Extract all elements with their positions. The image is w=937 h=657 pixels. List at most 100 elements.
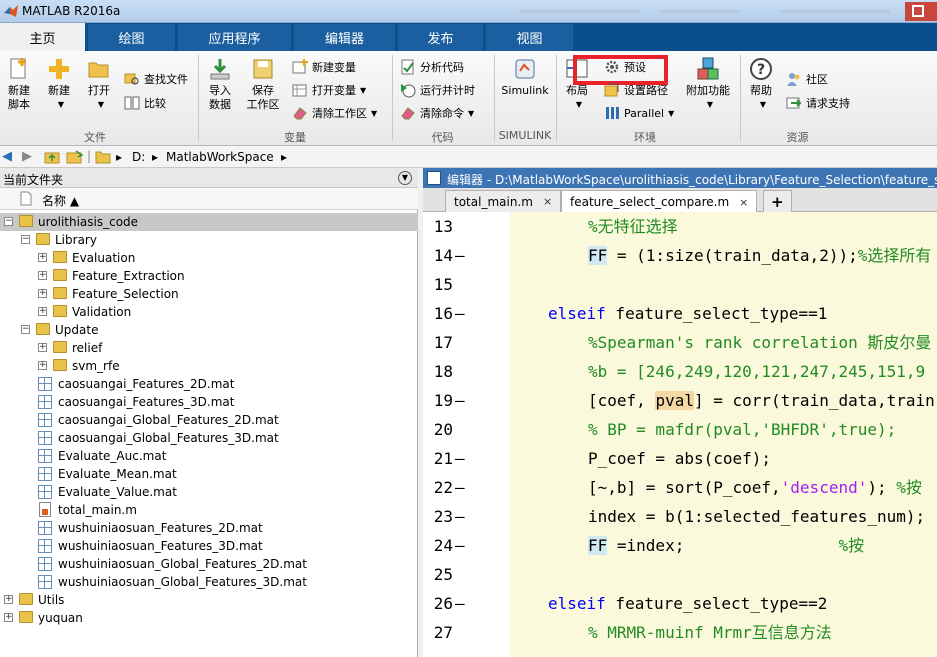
code-line[interactable]: 16— elseif feature_select_type==1: [423, 299, 937, 328]
tree-file-row[interactable]: total_main.m: [0, 501, 418, 519]
tree-file-row[interactable]: wushuiniaosuan_Global_Features_3D.mat: [0, 573, 418, 591]
expand-icon[interactable]: +: [38, 307, 47, 316]
clear-commands-button[interactable]: 清除命令 ▼: [400, 103, 474, 123]
import-data-button[interactable]: 导入 数据: [204, 57, 236, 112]
code-line[interactable]: 14— FF = (1:size(train_data,2));%选择所有: [423, 241, 937, 270]
expand-icon[interactable]: +: [38, 289, 47, 298]
browse-folder-icon[interactable]: [66, 149, 84, 165]
tree-folder-row[interactable]: + Feature_Selection: [0, 285, 418, 303]
tab-editor[interactable]: 编辑器: [294, 24, 396, 51]
code-line[interactable]: 23— index = b(1:selected_features_num);: [423, 502, 937, 531]
expand-icon[interactable]: +: [38, 343, 47, 352]
clear-workspace-button[interactable]: 清除工作区 ▼: [292, 103, 377, 123]
open-variable-button[interactable]: 打开变量 ▼: [292, 80, 366, 100]
new-script-button[interactable]: 新建 脚本: [4, 57, 34, 112]
collapse-icon[interactable]: −: [21, 325, 30, 334]
expand-icon[interactable]: +: [38, 361, 47, 370]
tab-apps[interactable]: 应用程序: [178, 24, 292, 51]
expand-icon[interactable]: +: [4, 613, 13, 622]
tree-file-row[interactable]: Evaluate_Auc.mat: [0, 447, 418, 465]
panel-actions-chevron-icon[interactable]: ▼: [398, 171, 412, 185]
back-arrow-icon[interactable]: ◀: [2, 149, 12, 164]
column-name-header[interactable]: 名称 ▲: [42, 192, 79, 209]
executable-line-marker[interactable]: —: [455, 531, 465, 560]
community-button[interactable]: 社区: [786, 69, 828, 89]
tree-folder-row[interactable]: − urolithiasis_code: [0, 213, 418, 231]
code-line[interactable]: 24— FF =index; %按: [423, 531, 937, 560]
tree-file-row[interactable]: wushuiniaosuan_Features_3D.mat: [0, 537, 418, 555]
editor-tab-total-main[interactable]: total_main.m ×: [445, 190, 562, 212]
tree-file-row[interactable]: wushuiniaosuan_Features_2D.mat: [0, 519, 418, 537]
close-icon[interactable]: ×: [543, 195, 552, 208]
window-restore-button[interactable]: [905, 2, 937, 21]
parallel-button[interactable]: Parallel ▼: [604, 103, 674, 123]
tree-file-row[interactable]: Evaluate_Value.mat: [0, 483, 418, 501]
tree-folder-row[interactable]: + svm_rfe: [0, 357, 418, 375]
collapse-icon[interactable]: −: [4, 217, 13, 226]
breadcrumb-drive[interactable]: D:: [132, 150, 145, 164]
code-line[interactable]: 27 % MRMR-muinf Mrmr互信息方法: [423, 618, 937, 647]
tab-view[interactable]: 视图: [486, 24, 574, 51]
forward-arrow-icon[interactable]: ▶: [22, 149, 32, 164]
editor-tab-feature-select-compare[interactable]: feature_select_compare.m ×: [561, 190, 758, 213]
tree-folder-row[interactable]: − Update: [0, 321, 418, 339]
tree-file-row[interactable]: caosuangai_Global_Features_2D.mat: [0, 411, 418, 429]
collapse-icon[interactable]: −: [21, 235, 30, 244]
code-line[interactable]: 25: [423, 560, 937, 589]
executable-line-marker[interactable]: —: [455, 299, 465, 328]
new-button[interactable]: 新建 ▼: [44, 57, 74, 112]
code-line[interactable]: 21— P_coef = abs(coef);: [423, 444, 937, 473]
tab-home[interactable]: 主页: [0, 23, 86, 51]
close-icon[interactable]: ×: [739, 196, 748, 209]
expand-icon[interactable]: +: [38, 271, 47, 280]
tree-folder-row[interactable]: + Validation: [0, 303, 418, 321]
compare-button[interactable]: 比较: [124, 93, 166, 113]
code-line[interactable]: 18 %b = [246,249,120,121,247,245,151,9: [423, 357, 937, 386]
request-support-button[interactable]: 请求支持: [786, 93, 850, 113]
expand-icon[interactable]: +: [4, 595, 13, 604]
find-files-button[interactable]: 查找文件: [124, 69, 188, 89]
code-line[interactable]: 17 %Spearman's rank correlation 斯皮尔曼: [423, 328, 937, 357]
addons-button[interactable]: 附加功能 ▼: [684, 57, 732, 112]
tree-file-row[interactable]: caosuangai_Features_3D.mat: [0, 393, 418, 411]
breadcrumb-separator[interactable]: ▸: [152, 150, 158, 164]
tree-file-row[interactable]: caosuangai_Global_Features_3D.mat: [0, 429, 418, 447]
code-line[interactable]: 19— [coef, pval] = corr(train_data,train: [423, 386, 937, 415]
tree-folder-row[interactable]: + relief: [0, 339, 418, 357]
tree-folder-row[interactable]: − Library: [0, 231, 418, 249]
analyze-code-button[interactable]: 分析代码: [400, 57, 464, 77]
breadcrumb-separator[interactable]: ▸: [116, 150, 122, 164]
code-line[interactable]: 22— [~,b] = sort(P_coef,'descend'); %按: [423, 473, 937, 502]
expand-icon[interactable]: +: [38, 253, 47, 262]
up-folder-icon[interactable]: [44, 149, 60, 165]
executable-line-marker[interactable]: —: [455, 386, 465, 415]
tree-folder-row[interactable]: + Utils: [0, 591, 418, 609]
code-line[interactable]: 13 %无特征选择: [423, 212, 937, 241]
tree-folder-row[interactable]: + Feature_Extraction: [0, 267, 418, 285]
help-button[interactable]: ? 帮助 ▼: [746, 57, 776, 112]
tree-file-row[interactable]: wushuiniaosuan_Global_Features_2D.mat: [0, 555, 418, 573]
run-and-time-button[interactable]: 运行并计时: [400, 80, 475, 100]
executable-line-marker[interactable]: —: [455, 473, 465, 502]
tab-publish[interactable]: 发布: [398, 24, 484, 51]
breadcrumb-separator[interactable]: ▸: [281, 150, 287, 164]
code-area[interactable]: 13 %无特征选择 14— FF = (1:size(train_data,2));%…: [423, 212, 937, 657]
executable-line-marker[interactable]: —: [455, 241, 465, 270]
open-button[interactable]: 打开 ▼: [84, 57, 114, 112]
code-line[interactable]: 26— elseif feature_select_type==2: [423, 589, 937, 618]
simulink-button[interactable]: Simulink: [500, 57, 550, 98]
set-path-button[interactable]: 设置路径: [604, 80, 668, 100]
tree-folder-row[interactable]: + yuquan: [0, 609, 418, 627]
tab-plots[interactable]: 绘图: [88, 24, 176, 51]
tree-file-row[interactable]: Evaluate_Mean.mat: [0, 465, 418, 483]
breadcrumb-folder[interactable]: MatlabWorkSpace: [166, 150, 274, 164]
new-variable-button[interactable]: 新建变量: [292, 57, 356, 77]
executable-line-marker[interactable]: —: [455, 444, 465, 473]
executable-line-marker[interactable]: —: [455, 502, 465, 531]
add-tab-button[interactable]: +: [763, 190, 792, 212]
save-workspace-button[interactable]: 保存 工作区: [244, 57, 282, 112]
tree-folder-row[interactable]: + Evaluation: [0, 249, 418, 267]
code-line[interactable]: 15: [423, 270, 937, 299]
executable-line-marker[interactable]: —: [455, 589, 465, 618]
code-line[interactable]: 20 % BP = mafdr(pval,'BHFDR',true);: [423, 415, 937, 444]
